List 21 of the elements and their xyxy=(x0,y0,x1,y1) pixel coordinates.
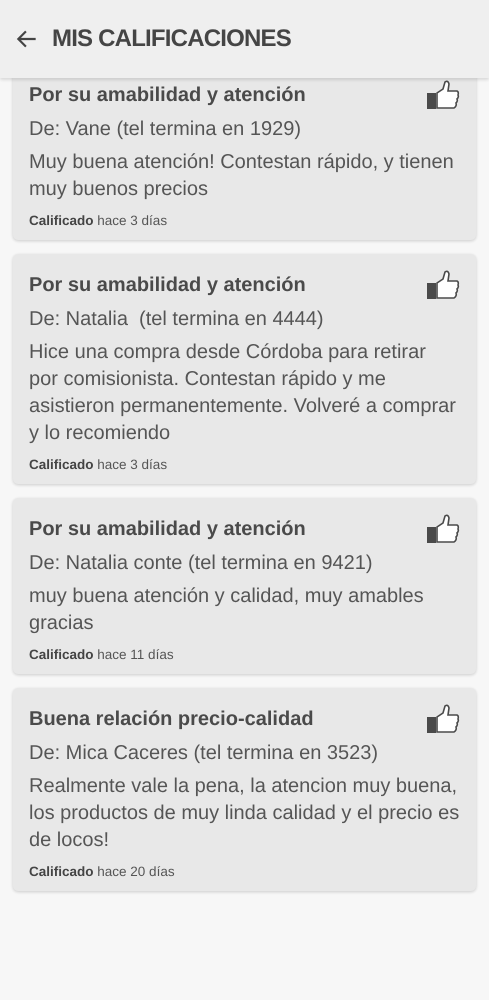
page-title: MIS CALIFICACIONES xyxy=(52,25,291,53)
thumbs-up-icon xyxy=(426,514,460,544)
thumbs-up-icon xyxy=(426,80,460,110)
reviewer-name: De: Mica Caceres (tel termina en 3523) xyxy=(29,742,380,765)
review-title: Por su amabilidad y atención xyxy=(29,84,306,106)
review-comment: muy buena atención y calidad, muy amables gracias xyxy=(29,584,425,636)
rated-date: Calificado hace 11 días xyxy=(29,647,175,662)
review-title: Por su amabilidad y atención xyxy=(29,518,306,540)
reviewer-name: De: Natalia (tel termina en 4444) xyxy=(29,308,325,331)
reviewer-name: De: Natalia conte (tel termina en 9421) xyxy=(29,552,374,575)
review-title: Buena relación precio-calidad xyxy=(29,708,314,730)
rated-date: Calificado hace 20 días xyxy=(29,864,176,879)
thumbs-up-icon xyxy=(426,270,460,300)
review-comment: Muy buena atención! Contestan rápido, y tienen muy buenos precios xyxy=(29,150,455,202)
rated-date: Calificado hace 3 días xyxy=(29,457,168,472)
rated-date: Calificado hace 3 días xyxy=(29,213,168,228)
reviewer-name: De: Vane (tel termina en 1929) xyxy=(29,118,302,141)
review-title: Por su amabilidad y atención xyxy=(29,274,306,296)
thumbs-up-icon xyxy=(426,704,460,734)
review-comment: Hice una compra desde Córdoba para retirar por comisionista. Contestan rápido y me asistieron permanentemente. Volveré a comprar y lo recomiendo xyxy=(29,340,457,446)
review-comment: Realmente vale la pena, la atencion muy buena, los productos de muy linda calidad y el precio es de locos! xyxy=(29,774,460,853)
